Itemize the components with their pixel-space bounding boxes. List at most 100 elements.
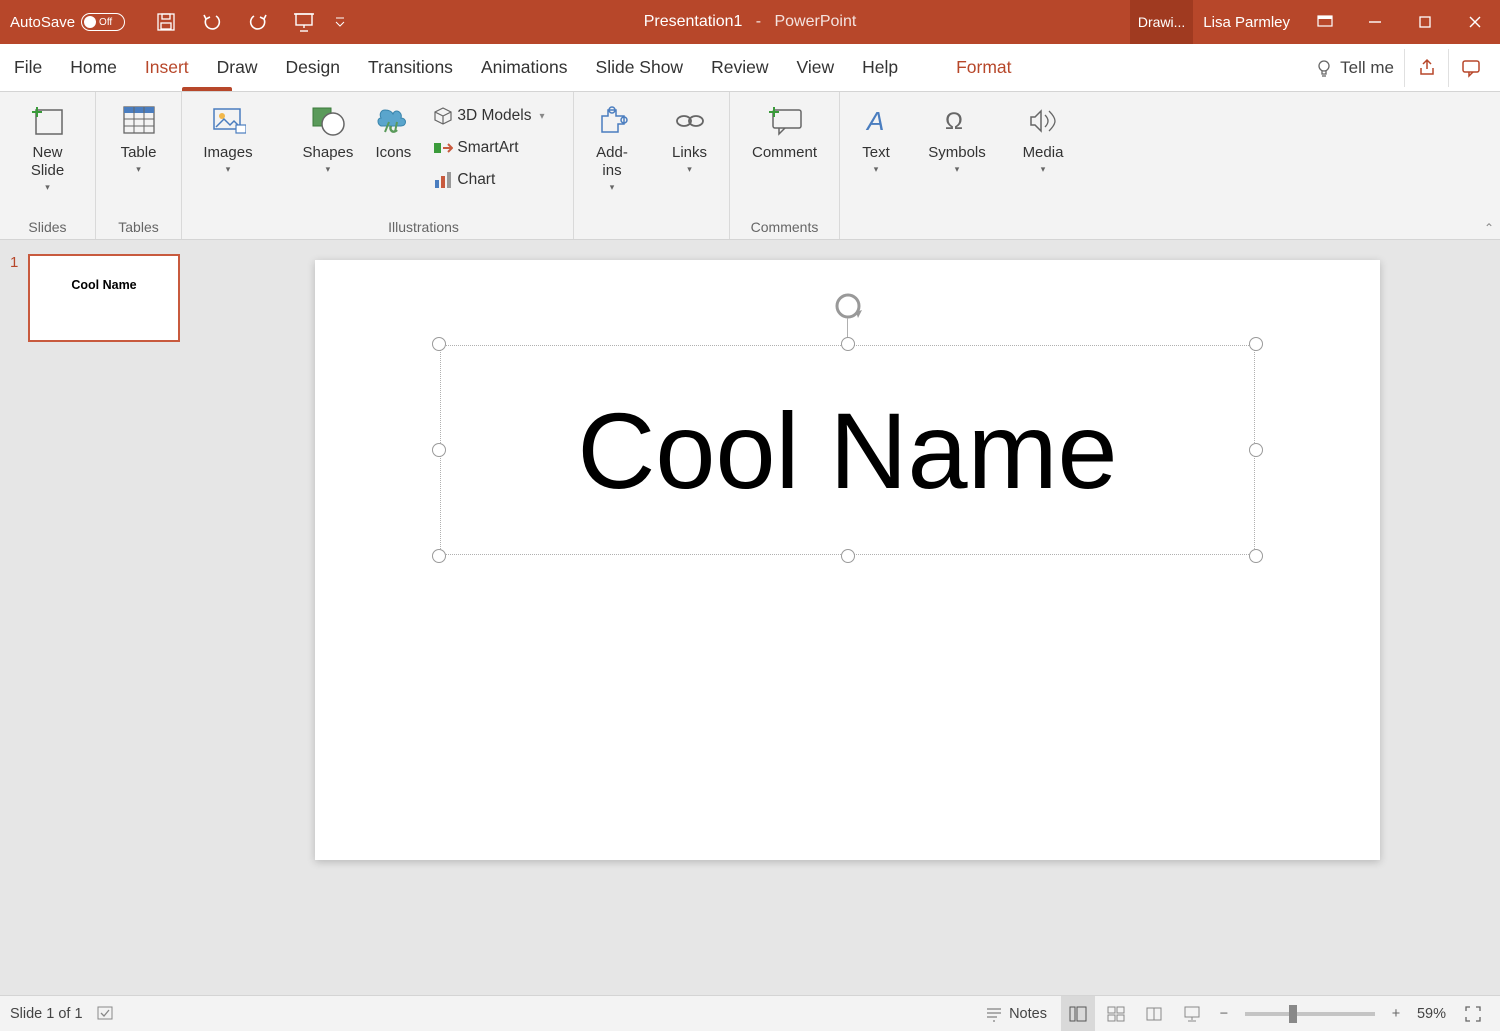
notes-button[interactable]: Notes (975, 996, 1057, 1031)
chevron-down-icon: ▾ (955, 164, 960, 175)
new-comment-icon (765, 102, 805, 140)
chevron-down-icon: ▾ (539, 111, 544, 122)
links-button[interactable]: Links ▾ (655, 98, 725, 208)
chevron-down-icon: ▾ (1041, 164, 1046, 175)
3d-models-button[interactable]: 3D Models ▾ (427, 100, 550, 132)
share-icon (1417, 58, 1437, 78)
tab-strip: File Home Insert Draw Design Transitions… (0, 44, 1500, 92)
user-name[interactable]: Lisa Parmley (1193, 14, 1300, 31)
undo-button[interactable] (189, 0, 235, 44)
zoom-level[interactable]: 59% (1417, 1006, 1446, 1022)
title-text[interactable]: Cool Name (440, 345, 1255, 555)
qat-customize-button[interactable] (327, 0, 353, 44)
smartart-button[interactable]: SmartArt (427, 132, 550, 164)
ribbon-options-button[interactable] (1300, 0, 1350, 44)
tab-animations[interactable]: Animations (467, 44, 582, 92)
rotate-handle[interactable] (832, 290, 864, 322)
normal-view-button[interactable] (1061, 996, 1095, 1031)
group-text: A Text ▾ (840, 92, 912, 239)
group-links: Links ▾ (650, 92, 730, 239)
zoom-out-button[interactable]: − (1213, 1003, 1235, 1025)
tab-draw[interactable]: Draw (203, 44, 272, 92)
new-slide-button[interactable]: New Slide ▾ (13, 98, 83, 208)
drawing-tools-tab[interactable]: Drawi... (1130, 0, 1193, 44)
smartart-icon (433, 138, 453, 158)
tab-view[interactable]: View (782, 44, 848, 92)
table-button[interactable]: Table ▾ (104, 98, 174, 208)
group-symbols: Ω Symbols ▾ (912, 92, 1002, 239)
slide[interactable]: Cool Name (315, 260, 1380, 860)
maximize-button[interactable] (1400, 0, 1450, 44)
text-button[interactable]: A Text ▾ (841, 98, 911, 208)
chevron-down-icon: ▾ (687, 164, 692, 175)
slide-counter[interactable]: Slide 1 of 1 (10, 1006, 83, 1022)
redo-icon (247, 11, 269, 33)
lightbulb-icon (1314, 58, 1334, 78)
title-textbox[interactable]: Cool Name (440, 345, 1255, 555)
slideshow-from-start-button[interactable] (281, 0, 327, 44)
tab-design[interactable]: Design (272, 44, 354, 92)
title-bar: AutoSave Off Presentation1 - PowerPoint … (0, 0, 1500, 44)
tab-file[interactable]: File (0, 44, 56, 92)
minimize-icon (1368, 15, 1382, 29)
tell-me-search[interactable]: Tell me (1304, 58, 1404, 78)
shapes-icon (308, 102, 348, 140)
undo-icon (201, 11, 223, 33)
tab-transitions[interactable]: Transitions (354, 44, 467, 92)
zoom-slider[interactable] (1245, 1012, 1375, 1016)
tab-insert[interactable]: Insert (131, 44, 203, 92)
addins-button[interactable]: Add- ins ▾ (577, 98, 647, 208)
close-button[interactable] (1450, 0, 1500, 44)
autosave-toggle[interactable]: Off (81, 13, 125, 31)
fit-to-window-button[interactable] (1456, 996, 1490, 1031)
normal-view-icon (1069, 1006, 1087, 1022)
comments-button[interactable] (1448, 49, 1492, 87)
status-bar: Slide 1 of 1 Notes − + 59% (0, 995, 1500, 1031)
chart-button[interactable]: Chart (427, 164, 550, 196)
chevron-down-icon: ▾ (610, 182, 615, 193)
slide-sorter-button[interactable] (1099, 996, 1133, 1031)
slideshow-button[interactable] (1175, 996, 1209, 1031)
app-name: PowerPoint (774, 13, 856, 30)
icons-button[interactable]: Icons (363, 98, 423, 208)
collapse-ribbon-button[interactable]: ⌃ (1484, 221, 1494, 235)
icons-icon (373, 102, 413, 140)
group-illustrations: Shapes ▾ Icons 3D Models ▾ SmartArt (274, 92, 574, 239)
workspace: 1 Cool Name Cool Name (0, 240, 1500, 995)
thumbnail-1[interactable]: 1 Cool Name (10, 254, 185, 342)
svg-text:A: A (865, 106, 884, 136)
thumbnail-number: 1 (10, 254, 22, 342)
save-icon (156, 12, 176, 32)
tab-format[interactable]: Format (942, 44, 1025, 92)
comment-icon (1461, 58, 1481, 78)
tab-home[interactable]: Home (56, 44, 131, 92)
group-addins: Add- ins ▾ (574, 92, 650, 239)
group-illustrations-label: Illustrations (274, 215, 573, 239)
media-button[interactable]: Media ▾ (1008, 98, 1078, 208)
reading-view-button[interactable] (1137, 996, 1171, 1031)
comment-button[interactable]: Comment (735, 98, 835, 208)
chevron-down-icon: ▾ (45, 182, 50, 193)
symbols-button[interactable]: Ω Symbols ▾ (918, 98, 996, 208)
shapes-button[interactable]: Shapes ▾ (293, 98, 364, 208)
table-icon (119, 102, 159, 140)
images-button[interactable]: Images ▾ (193, 98, 263, 208)
close-icon (1468, 15, 1482, 29)
zoom-in-button[interactable]: + (1385, 1003, 1407, 1025)
group-slides-label: Slides (0, 215, 95, 239)
spellcheck-button[interactable] (97, 1006, 115, 1022)
tab-slideshow[interactable]: Slide Show (582, 44, 698, 92)
images-icon (208, 102, 248, 140)
save-button[interactable] (143, 0, 189, 44)
tab-help[interactable]: Help (848, 44, 912, 92)
slideshow-icon (1183, 1006, 1201, 1022)
tab-review[interactable]: Review (697, 44, 782, 92)
slide-canvas-area[interactable]: Cool Name (195, 240, 1500, 995)
group-tables-label: Tables (96, 215, 181, 239)
share-button[interactable] (1404, 49, 1448, 87)
autosave-label: AutoSave (10, 14, 75, 31)
minimize-button[interactable] (1350, 0, 1400, 44)
zoom-thumb[interactable] (1289, 1005, 1297, 1023)
maximize-icon (1418, 15, 1432, 29)
redo-button[interactable] (235, 0, 281, 44)
